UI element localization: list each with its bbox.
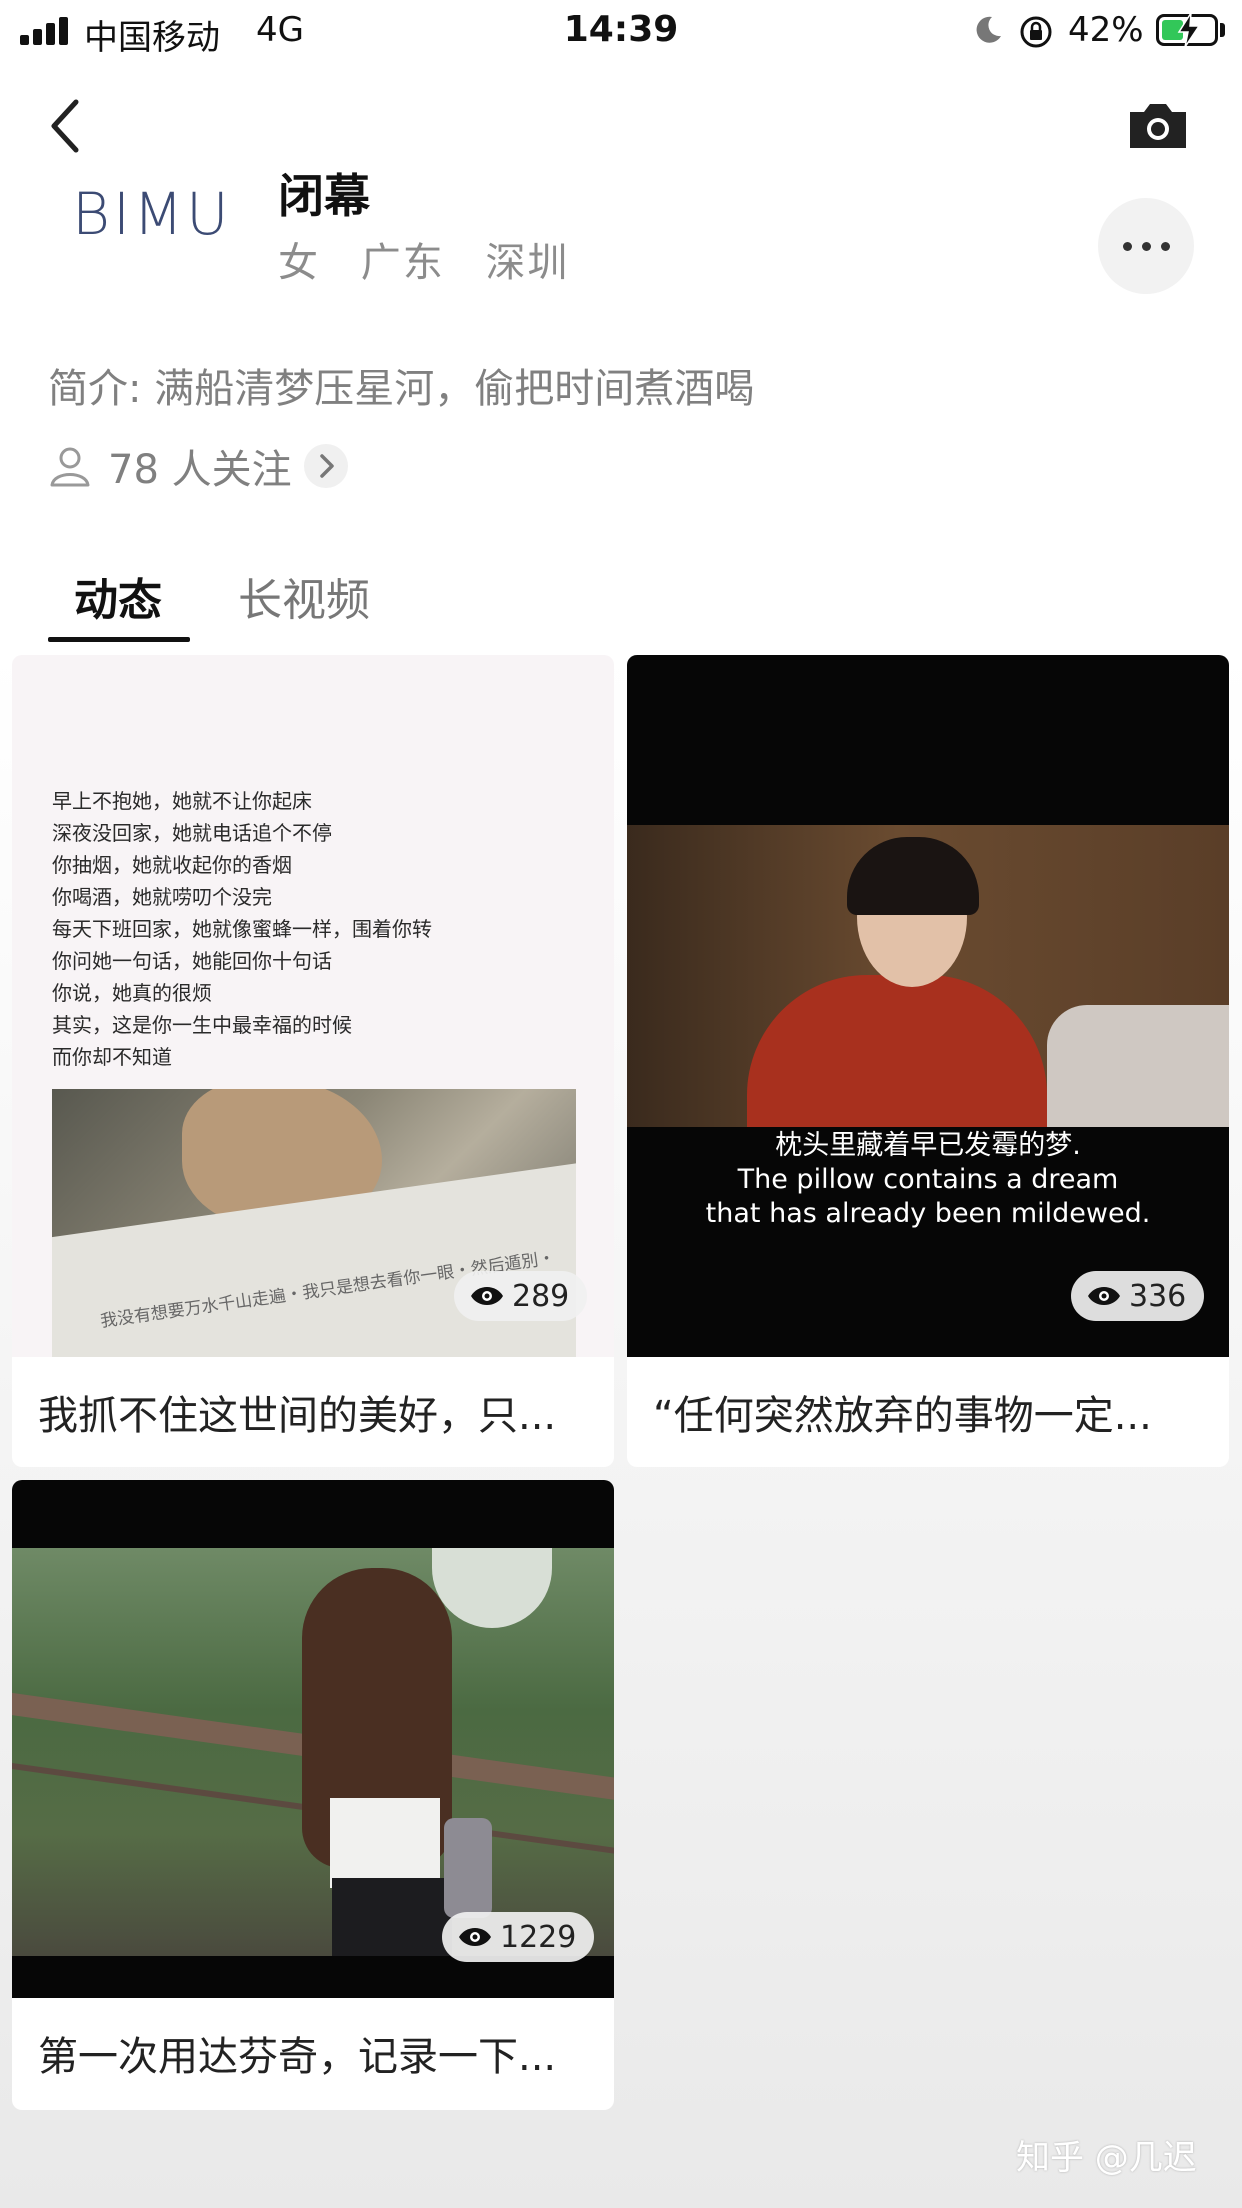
battery-percent: 42% — [1068, 10, 1144, 50]
post-thumbnail[interactable]: 1229 — [12, 1480, 614, 1998]
province-label: 广东 — [360, 240, 445, 286]
post-card[interactable]: 枕头里藏着早已发霉的梦. The pillow contains a dream… — [627, 655, 1229, 1467]
poem-line: 你抽烟，她就收起你的香烟 — [52, 853, 292, 877]
eye-icon — [459, 1928, 491, 1946]
camera-icon[interactable] — [1126, 100, 1190, 152]
post-thumbnail[interactable]: 早上不抱她，她就不让你起床 深夜没回家，她就电话追个不停 你抽烟，她就收起你的香… — [12, 655, 614, 1357]
tab-long-video[interactable]: 长视频 — [238, 564, 370, 628]
subtitle-line: The pillow contains a dream — [737, 1164, 1119, 1195]
post-caption[interactable]: 第一次用达芬奇，记录一下... — [38, 2024, 602, 2082]
watermark: 知乎 @几迟 — [1016, 2138, 1197, 2178]
avatar-logo[interactable]: BIMU — [72, 180, 232, 248]
status-time: 14:39 — [563, 9, 679, 50]
poem-line: 而你却不知道 — [52, 1045, 172, 1069]
subtitle-line: 枕头里藏着早已发霉的梦. — [775, 1130, 1081, 1161]
profile-name: 闭幕 — [278, 169, 370, 223]
video-frame — [12, 1548, 614, 1956]
tab-dynamics[interactable]: 动态 — [74, 564, 162, 628]
view-count: 336 — [1129, 1278, 1187, 1314]
image-poem-text: 早上不抱她，她就不让你起床 深夜没回家，她就电话追个不停 你抽烟，她就收起你的香… — [52, 785, 432, 1073]
poem-line: 其实，这是你一生中最幸福的时候 — [52, 1013, 352, 1037]
poem-line: 你问她一句话，她能回你十句话 — [52, 949, 332, 973]
person-icon — [50, 447, 90, 487]
moon-icon — [976, 16, 1001, 43]
status-bar: 中国移动 4G 14:39 42% — [0, 0, 1242, 62]
poem-line: 每天下班回家，她就像蜜蜂一样，围着你转 — [52, 917, 432, 941]
city-label: 深圳 — [485, 240, 570, 286]
poem-line: 早上不抱她，她就不让你起床 — [52, 789, 312, 813]
view-count-badge: 1229 — [442, 1912, 595, 1962]
profile-meta: 女 广东 深圳 — [278, 230, 595, 288]
view-count: 289 — [512, 1278, 570, 1314]
poem-line: 你喝酒，她就唠叨个没完 — [52, 885, 272, 909]
video-subtitles: 枕头里藏着早已发霉的梦. The pillow contains a dream… — [627, 1129, 1229, 1231]
eye-icon — [1088, 1287, 1120, 1305]
profile-intro: 简介: 满船清梦压星河，偷把时间煮酒喝 — [48, 366, 755, 412]
battery-icon — [1156, 13, 1218, 47]
rotation-lock-icon — [1020, 16, 1052, 48]
view-count: 1229 — [500, 1919, 577, 1955]
profile-page: 中国移动 4G 14:39 42% BIMU 闭幕 女 广东 深圳 简介: 满船… — [0, 0, 1242, 2208]
post-caption[interactable]: “任何突然放弃的事物一定... — [653, 1383, 1217, 1441]
view-count-badge: 289 — [454, 1271, 588, 1321]
subtitle-line: that has already been mildewed. — [705, 1198, 1151, 1229]
eye-icon — [471, 1287, 503, 1305]
followers-link[interactable]: 78 人关注 — [48, 438, 348, 494]
back-icon[interactable] — [46, 96, 82, 156]
gender-label: 女 — [278, 240, 320, 286]
poem-line: 你说，她真的很烦 — [52, 981, 212, 1005]
more-button[interactable] — [1098, 198, 1194, 294]
chevron-right-icon — [303, 444, 348, 488]
followers-count: 78 人关注 — [108, 447, 292, 493]
view-count-badge: 336 — [1071, 1271, 1205, 1321]
post-card[interactable]: 1229 第一次用达芬奇，记录一下... — [12, 1480, 614, 2110]
video-frame — [627, 825, 1229, 1127]
battery-cap — [1220, 23, 1225, 37]
poem-line: 深夜没回家，她就电话追个不停 — [52, 821, 332, 845]
active-tab-indicator — [48, 637, 190, 642]
post-thumbnail[interactable]: 枕头里藏着早已发霉的梦. The pillow contains a dream… — [627, 655, 1229, 1357]
post-card[interactable]: 早上不抱她，她就不让你起床 深夜没回家，她就电话追个不停 你抽烟，她就收起你的香… — [12, 655, 614, 1467]
post-caption[interactable]: 我抓不住这世间的美好，只... — [38, 1383, 602, 1441]
